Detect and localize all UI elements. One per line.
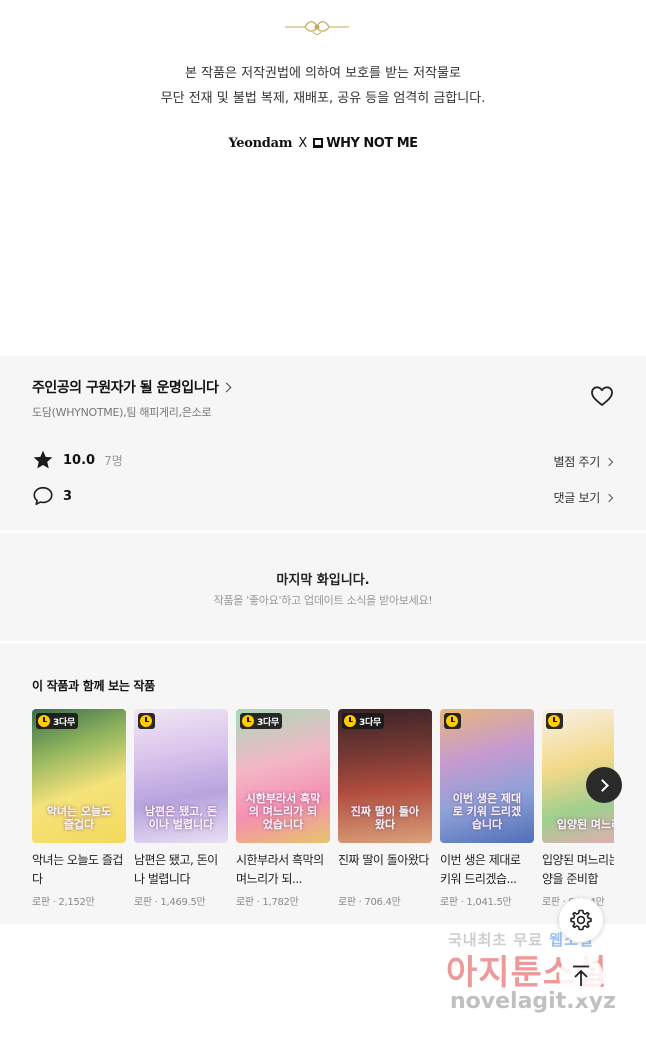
comment-count: 3 — [63, 488, 73, 504]
gold-flourish-icon — [285, 21, 349, 35]
cover-title: 진짜 딸이 돌아왔다 — [350, 805, 420, 831]
clock-icon — [446, 715, 458, 727]
last-episode-title: 마지막 화입니다. — [276, 573, 370, 588]
view-comments-button[interactable]: 댓글 보기 — [553, 489, 614, 506]
heart-outline-icon[interactable] — [590, 385, 614, 407]
logo-separator: X — [298, 136, 307, 151]
view-comments-label: 댓글 보기 — [553, 491, 601, 505]
copyright-line-2: 무단 전재 및 불법 복제, 재배포, 공유 등을 엄격히 금합니다. — [160, 91, 486, 106]
rate-button[interactable]: 별점 주기 — [553, 453, 614, 470]
recommendation-card[interactable]: 3다무 시한부라서 흑막의 며느리가 되었습니다 시한부라서 흑막의 며느리가 … — [236, 709, 330, 908]
watermark: 국내최초 무료 웹소설 아지툰소설 novelagit.xyz — [420, 925, 646, 1025]
card-title: 시한부라서 흑막의 며느리가 되... — [236, 853, 324, 886]
carousel-next-button[interactable] — [586, 767, 622, 803]
copyright-text: 본 작품은 저작권법에 의하여 보호를 받는 저작물로 무단 전재 및 불법 복… — [0, 61, 646, 111]
cover-image: 3다무 악녀는 오늘도 즐겁다 — [32, 709, 126, 843]
card-title: 입양된 며느리는 파양을 준비합 — [542, 853, 614, 886]
gear-icon — [570, 909, 592, 931]
clock-icon — [548, 715, 560, 727]
cover-title: 시한부라서 흑막의 며느리가 되었습니다 — [245, 792, 321, 831]
card-meta: 로판 · 1,782만 — [236, 897, 299, 908]
cover-image: 남편은 됐고, 돈이나 벌렵니다 — [134, 709, 228, 843]
last-episode-subtitle: 작품을 '좋아요'하고 업데이트 소식을 받아보세요! — [213, 594, 433, 607]
chevron-right-icon — [604, 457, 614, 466]
card-title: 악녀는 오늘도 즐겁다 — [32, 853, 123, 886]
copyright-line-1: 본 작품은 저작권법에 의하여 보호를 받는 저작물로 — [185, 66, 461, 81]
card-meta: 로판 · 1,041.5만 — [440, 897, 512, 908]
work-title: 주인공의 구원자가 될 운명입니다 — [32, 380, 219, 396]
recommendation-card[interactable]: 입양된 며느리 입양된 며느리는 파양을 준비합 로판 · 949.4만 — [542, 709, 614, 908]
cover-image: 3다무 진짜 딸이 돌아왔다 — [338, 709, 432, 843]
card-meta: 로판 · 706.4만 — [338, 897, 401, 908]
comment-summary: 3 — [32, 485, 72, 507]
chevron-right-icon — [604, 493, 614, 502]
rating-count: 7명 — [104, 453, 123, 468]
rating-score: 10.0 — [63, 452, 96, 468]
chevron-right-icon — [222, 382, 232, 392]
scroll-to-top-button[interactable] — [559, 954, 603, 998]
whynotme-mark-icon — [313, 138, 324, 148]
chevron-right-icon — [596, 778, 609, 792]
clock-icon — [344, 715, 356, 727]
recommendation-carousel: 3다무 악녀는 오늘도 즐겁다 악녀는 오늘도 즐겁다 로판 · 2,152만 … — [32, 709, 614, 914]
copyright-notice-section: 본 작품은 저작권법에 의하여 보호를 받는 저작물로 무단 전재 및 불법 복… — [0, 0, 646, 356]
work-info-panel: 주인공의 구원자가 될 운명입니다 도담(WHYNOTME),팀 해피게리,은소… — [0, 356, 646, 530]
recommendation-card[interactable]: 3다무 악녀는 오늘도 즐겁다 악녀는 오늘도 즐겁다 로판 · 2,152만 — [32, 709, 126, 908]
work-title-link[interactable]: 주인공의 구원자가 될 운명입니다 — [32, 377, 232, 397]
free-badge: 3다무 — [342, 713, 384, 729]
clock-icon — [140, 715, 152, 727]
star-icon — [33, 450, 53, 469]
card-meta: 로판 · 1,469.5만 — [134, 897, 206, 908]
card-title: 진짜 딸이 돌아왔다 — [338, 853, 429, 867]
recommendations-heading: 이 작품과 함께 보는 작품 — [32, 679, 155, 693]
speech-bubble-icon — [33, 486, 53, 506]
free-badge: 3다무 — [36, 713, 78, 729]
card-meta: 로판 · 2,152만 — [32, 897, 95, 908]
wait-free-badge — [546, 713, 563, 729]
wait-free-badge — [138, 713, 155, 729]
cover-title: 입양된 며느리 — [556, 818, 614, 831]
rating-summary: 10.0 7명 — [32, 449, 123, 471]
settings-button[interactable] — [559, 898, 603, 942]
cover-title: 악녀는 오늘도 즐겁다 — [46, 805, 112, 831]
free-badge: 3다무 — [240, 713, 282, 729]
arrow-up-icon — [573, 965, 589, 986]
recommendation-card[interactable]: 남편은 됐고, 돈이나 벌렵니다 남편은 됐고, 돈이나 벌렵니다 로판 · 1… — [134, 709, 228, 908]
recommendation-card[interactable]: 3다무 진짜 딸이 돌아왔다 진짜 딸이 돌아왔다 로판 · 706.4만 — [338, 709, 432, 908]
publisher-logos: Yeondam X WHY NOT ME — [0, 136, 646, 151]
whynotme-logo: WHY NOT ME — [326, 136, 418, 151]
cover-title: 남편은 됐고, 돈이나 벌렵니다 — [144, 805, 218, 831]
clock-icon — [38, 715, 50, 727]
recommendations-section: 이 작품과 함께 보는 작품 3다무 악녀는 오늘도 즐겁다 악녀는 오늘도 즐… — [0, 644, 646, 924]
card-title: 남편은 됐고, 돈이나 벌렵니다 — [134, 853, 218, 886]
recommendation-card[interactable]: 이번 생은 제대로 키워 드리겠습니다 이번 생은 제대로 키워 드리겠습...… — [440, 709, 534, 908]
last-episode-panel: 마지막 화입니다. 작품을 '좋아요'하고 업데이트 소식을 받아보세요! — [0, 533, 646, 641]
card-title: 이번 생은 제대로 키워 드리겠습... — [440, 853, 521, 886]
rate-button-label: 별점 주기 — [553, 455, 601, 469]
yeondam-logo: Yeondam — [228, 136, 293, 151]
cover-image: 3다무 시한부라서 흑막의 며느리가 되었습니다 — [236, 709, 330, 843]
clock-icon — [242, 715, 254, 727]
cover-title: 이번 생은 제대로 키워 드리겠습니다 — [452, 792, 522, 831]
cover-image: 이번 생은 제대로 키워 드리겠습니다 — [440, 709, 534, 843]
wait-free-badge — [444, 713, 461, 729]
work-authors: 도담(WHYNOTME),팀 해피게리,은소로 — [32, 406, 212, 419]
